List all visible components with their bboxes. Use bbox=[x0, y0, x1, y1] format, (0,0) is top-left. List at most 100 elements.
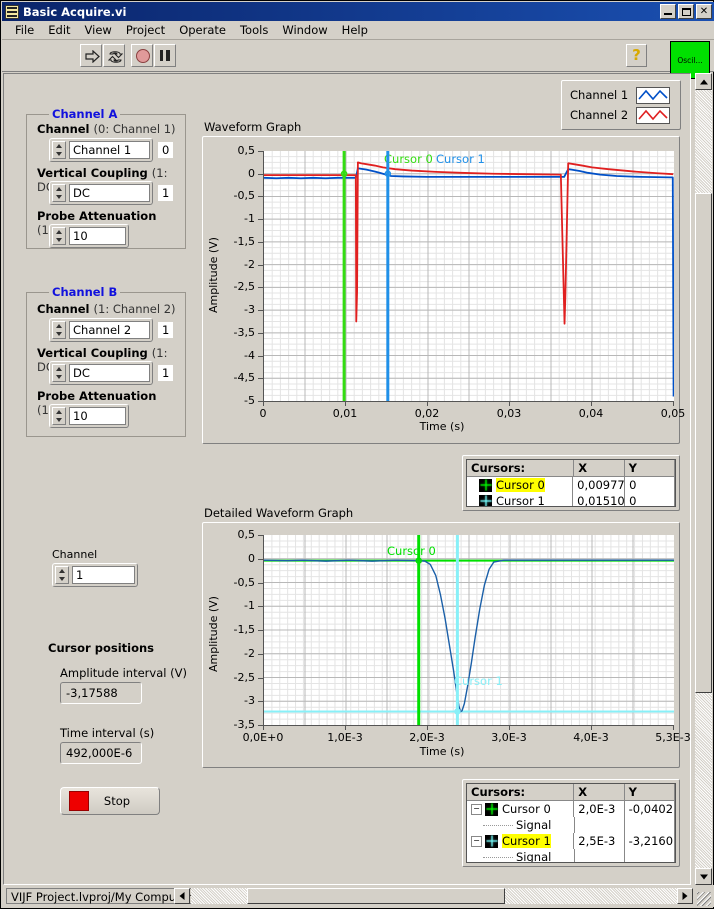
cursors-table-detail-row-0-child[interactable]: Signal bbox=[467, 817, 675, 833]
channel-a-probe-value[interactable]: 10 bbox=[69, 227, 126, 245]
channel-selector-spinner[interactable] bbox=[55, 566, 69, 584]
close-button[interactable]: ✕ bbox=[696, 4, 712, 19]
detailed-xtick: 2,0E-3 bbox=[409, 731, 445, 744]
channel-a-channel-value[interactable]: Channel 1 bbox=[69, 141, 150, 159]
menu-item-project[interactable]: Project bbox=[119, 21, 172, 39]
hscroll-right-arrow[interactable] bbox=[677, 888, 693, 904]
channel-selector-control[interactable]: 1 bbox=[52, 563, 138, 587]
cursor-1-name[interactable]: Cursor 1 bbox=[496, 494, 545, 506]
cursors-table-main-row-0[interactable]: Cursor 0 0,00977 0 bbox=[467, 477, 675, 493]
graph-legend[interactable]: Channel 1 Channel 2 bbox=[561, 80, 681, 130]
cursors-table-detail-row-1-child[interactable]: Signal bbox=[467, 849, 675, 862]
abort-execution-button[interactable] bbox=[131, 44, 153, 67]
waveform-plot-area[interactable]: Cursor 0 Cursor 1 bbox=[263, 151, 674, 402]
cursor-0-y[interactable]: 0 bbox=[624, 477, 674, 493]
detail-cursor-1-name[interactable]: Cursor 1 bbox=[502, 834, 551, 848]
menu-item-help[interactable]: Help bbox=[335, 21, 375, 39]
legend-item-channel-2[interactable]: Channel 2 bbox=[566, 105, 676, 125]
cursors-table-detail-row-0[interactable]: − Cursor 0 2,0E-3 -0,0402 bbox=[467, 801, 675, 817]
channel-a-coupling-control[interactable]: DC bbox=[49, 181, 153, 205]
detail-cursor-1-expander[interactable]: − bbox=[471, 835, 482, 847]
menu-item-operate[interactable]: Operate bbox=[172, 21, 233, 39]
channel-b-channel-value[interactable]: Channel 2 bbox=[69, 321, 150, 339]
status-bar: VIJF Project.lvproj/My Computer bbox=[2, 885, 714, 907]
channel-b-cluster: Channel B Channel (1: Channel 2) Channel… bbox=[26, 285, 186, 437]
legend-label-channel-2: Channel 2 bbox=[566, 108, 632, 122]
resize-grip[interactable] bbox=[697, 892, 711, 906]
channel-a-probe-control[interactable]: 10 bbox=[49, 224, 129, 248]
pause-button[interactable] bbox=[154, 44, 176, 67]
cursors-table-detail[interactable]: Cursors: X Y − Cursor 0 2,0E-3 -0,0402 S… bbox=[462, 779, 680, 867]
minimize-button[interactable] bbox=[660, 4, 676, 19]
channel-a-channel-control[interactable]: Channel 1 bbox=[49, 138, 153, 162]
detailed-ytick: -2 bbox=[244, 646, 255, 660]
scroll-up-arrow[interactable] bbox=[695, 73, 712, 90]
vertical-scrollbar[interactable] bbox=[695, 73, 712, 885]
legend-plot-style-channel-2[interactable] bbox=[636, 106, 670, 124]
channel-b-coupling-value[interactable]: DC bbox=[69, 364, 150, 382]
detail-cursor-1-x[interactable]: 2,5E-3 bbox=[573, 833, 623, 849]
cursor-1-icon bbox=[479, 494, 492, 506]
detailed-xtick: 1,0E-3 bbox=[327, 731, 363, 744]
detail-cursor-0-name[interactable]: Cursor 0 bbox=[502, 802, 551, 816]
channel-b-probe-value[interactable]: 10 bbox=[69, 407, 126, 425]
horizontal-scroll-thumb[interactable] bbox=[247, 888, 505, 904]
detailed-ytick: -3 bbox=[244, 694, 255, 708]
waveform-ytick: -2,5 bbox=[233, 280, 255, 294]
detail-cursor-0-child-name[interactable]: Signal bbox=[516, 818, 551, 832]
detail-cursors-header-title: Cursors: bbox=[471, 785, 526, 799]
cursor-1-y[interactable]: 0 bbox=[624, 493, 674, 506]
waveform-ytick: 0,5 bbox=[237, 144, 256, 157]
run-continuously-button[interactable] bbox=[103, 44, 125, 67]
cursor-positions-heading: Cursor positions bbox=[48, 641, 155, 655]
legend-plot-style-channel-1[interactable] bbox=[636, 86, 670, 104]
run-button[interactable] bbox=[80, 44, 102, 67]
menu-item-edit[interactable]: Edit bbox=[41, 21, 77, 39]
channel-b-probe-control[interactable]: 10 bbox=[49, 404, 129, 428]
hscroll-track-right[interactable] bbox=[505, 888, 677, 904]
menu-item-window[interactable]: Window bbox=[275, 21, 334, 39]
cursor-1-x[interactable]: 0,01510 bbox=[572, 493, 625, 506]
channel-b-coupling-index: 1 bbox=[158, 365, 174, 381]
detail-cursors-header-y: Y bbox=[623, 784, 674, 800]
waveform-xtick: 0,05 bbox=[660, 407, 686, 420]
detail-cursor-0-expander[interactable]: − bbox=[471, 803, 482, 815]
channel-a-coupling-value[interactable]: DC bbox=[69, 184, 150, 202]
toolbar-buttons bbox=[80, 44, 177, 67]
channel-a-cluster: Channel A Channel (0: Channel 1) Channel… bbox=[26, 107, 186, 249]
maximize-button[interactable] bbox=[678, 4, 694, 19]
scroll-down-arrow[interactable] bbox=[695, 868, 712, 885]
detail-cursor-0-x[interactable]: 2,0E-3 bbox=[573, 801, 623, 817]
stop-button[interactable]: Stop bbox=[60, 787, 160, 815]
detail-cursor-1-y[interactable]: -3,2160 bbox=[623, 833, 674, 849]
cursor-0-name[interactable]: Cursor 0 bbox=[496, 478, 545, 492]
menu-item-tools[interactable]: Tools bbox=[233, 21, 275, 39]
hscroll-left-arrow[interactable] bbox=[174, 888, 190, 904]
waveform-ytick: -0,5 bbox=[233, 189, 255, 203]
cursor-0-x[interactable]: 0,00977 bbox=[572, 477, 625, 493]
waveform-graph[interactable]: Amplitude (V) 0,5 0 -0,5 -1 -1,5 -2 -2,5 -3 -3,5… bbox=[202, 136, 685, 444]
channel-b-channel-control[interactable]: Channel 2 bbox=[49, 318, 153, 342]
channel-a-cluster-label: Channel A bbox=[49, 107, 121, 121]
channel-b-coupling-control[interactable]: DC bbox=[49, 361, 153, 385]
cursors-table-detail-row-1[interactable]: − Cursor 1 2,5E-3 -3,2160 bbox=[467, 833, 675, 849]
channel-b-channel-spinner[interactable] bbox=[52, 321, 66, 339]
channel-selector-value[interactable]: 1 bbox=[72, 566, 135, 584]
vertical-scroll-thumb[interactable] bbox=[695, 193, 712, 693]
channel-a-probe-spinner[interactable] bbox=[52, 227, 66, 245]
channel-b-probe-spinner[interactable] bbox=[52, 407, 66, 425]
detailed-waveform-graph[interactable]: Amplitude (V) 0,5 0 -0,5 -1 -1,5 -2 -2,5 -3 -3,5… bbox=[202, 522, 690, 768]
channel-a-coupling-spinner[interactable] bbox=[52, 184, 66, 202]
channel-a-channel-spinner[interactable] bbox=[52, 141, 66, 159]
cursors-table-main-row-1[interactable]: Cursor 1 0,01510 0 bbox=[467, 493, 675, 506]
legend-item-channel-1[interactable]: Channel 1 bbox=[566, 85, 676, 105]
menu-item-view[interactable]: View bbox=[78, 21, 119, 39]
menu-item-file[interactable]: File bbox=[8, 21, 41, 39]
detail-cursor-0-y[interactable]: -0,0402 bbox=[623, 801, 674, 817]
cursors-table-main[interactable]: Cursors: X Y Cursor 0 0,00977 0 Cursor 1… bbox=[462, 455, 680, 511]
context-help-button[interactable]: ? bbox=[626, 44, 647, 67]
detailed-plot-area[interactable]: Cursor 0 Cursor 1 bbox=[263, 535, 674, 726]
channel-b-coupling-spinner[interactable] bbox=[52, 364, 66, 382]
detail-cursor-1-child-name[interactable]: Signal bbox=[516, 850, 551, 862]
hscroll-track-left[interactable] bbox=[191, 888, 247, 904]
